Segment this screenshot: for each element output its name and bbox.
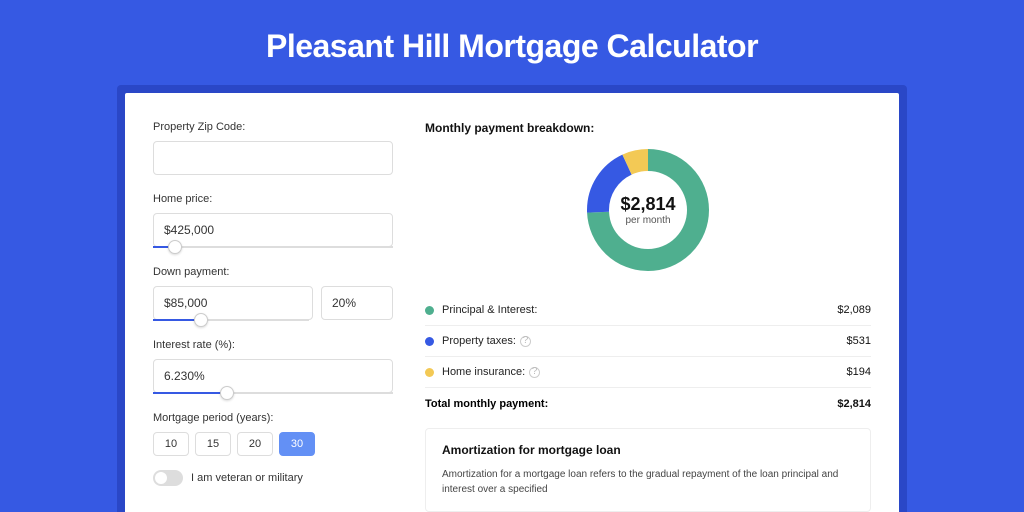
interest-field-block: Interest rate (%): bbox=[153, 339, 393, 394]
info-icon[interactable]: ? bbox=[529, 367, 540, 378]
breakdown-column: Monthly payment breakdown: $2,814 per mo… bbox=[425, 121, 871, 512]
calculator-card-frame: Property Zip Code: Home price: Down paym… bbox=[117, 85, 907, 512]
legend-row-insurance: Home insurance: ? $194 bbox=[425, 357, 871, 388]
veteran-toggle-knob bbox=[155, 472, 167, 484]
legend-label-taxes: Property taxes: bbox=[442, 335, 516, 347]
legend-label-insurance: Home insurance: bbox=[442, 366, 525, 378]
legend-total-label: Total monthly payment: bbox=[425, 398, 548, 410]
veteran-toggle[interactable] bbox=[153, 470, 183, 486]
down-payment-field-block: Down payment: bbox=[153, 266, 393, 321]
legend-total-row: Total monthly payment: $2,814 bbox=[425, 388, 871, 424]
calculator-card: Property Zip Code: Home price: Down paym… bbox=[125, 93, 899, 512]
home-price-slider[interactable] bbox=[153, 246, 393, 248]
donut-chart: $2,814 per month bbox=[585, 147, 711, 273]
donut-center: $2,814 per month bbox=[585, 147, 711, 273]
legend-label-principal: Principal & Interest: bbox=[442, 304, 537, 316]
interest-label: Interest rate (%): bbox=[153, 339, 393, 351]
period-pills: 10 15 20 30 bbox=[153, 432, 393, 456]
breakdown-title: Monthly payment breakdown: bbox=[425, 121, 871, 135]
veteran-toggle-row: I am veteran or military bbox=[153, 470, 393, 486]
zip-field-block: Property Zip Code: bbox=[153, 121, 393, 175]
swatch-green-icon bbox=[425, 306, 434, 315]
period-pill-30[interactable]: 30 bbox=[279, 432, 315, 456]
home-price-input[interactable] bbox=[153, 213, 393, 247]
period-pill-15[interactable]: 15 bbox=[195, 432, 231, 456]
down-payment-label: Down payment: bbox=[153, 266, 393, 278]
donut-sub: per month bbox=[625, 215, 670, 226]
home-price-slider-handle[interactable] bbox=[168, 240, 182, 254]
swatch-blue-icon bbox=[425, 337, 434, 346]
form-column: Property Zip Code: Home price: Down paym… bbox=[153, 121, 393, 512]
amortization-text: Amortization for a mortgage loan refers … bbox=[442, 467, 854, 497]
donut-chart-wrap: $2,814 per month bbox=[425, 147, 871, 273]
legend-row-principal: Principal & Interest: $2,089 bbox=[425, 295, 871, 326]
down-payment-amount-input[interactable] bbox=[153, 286, 313, 320]
down-payment-slider[interactable] bbox=[153, 319, 309, 321]
legend-val-insurance: $194 bbox=[847, 366, 871, 378]
interest-input[interactable] bbox=[153, 359, 393, 393]
interest-slider-handle[interactable] bbox=[220, 386, 234, 400]
swatch-yellow-icon bbox=[425, 368, 434, 377]
down-payment-percent-input[interactable] bbox=[321, 286, 393, 320]
legend-val-principal: $2,089 bbox=[837, 304, 871, 316]
legend-row-taxes: Property taxes: ? $531 bbox=[425, 326, 871, 357]
info-icon[interactable]: ? bbox=[520, 336, 531, 347]
donut-amount: $2,814 bbox=[620, 194, 675, 215]
legend-val-taxes: $531 bbox=[847, 335, 871, 347]
period-label: Mortgage period (years): bbox=[153, 412, 393, 424]
zip-input[interactable] bbox=[153, 141, 393, 175]
amortization-section: Amortization for mortgage loan Amortizat… bbox=[425, 428, 871, 512]
period-pill-10[interactable]: 10 bbox=[153, 432, 189, 456]
home-price-field-block: Home price: bbox=[153, 193, 393, 248]
legend-total-value: $2,814 bbox=[837, 398, 871, 410]
zip-label: Property Zip Code: bbox=[153, 121, 393, 133]
home-price-label: Home price: bbox=[153, 193, 393, 205]
interest-slider[interactable] bbox=[153, 392, 393, 394]
down-payment-slider-handle[interactable] bbox=[194, 313, 208, 327]
period-pill-20[interactable]: 20 bbox=[237, 432, 273, 456]
page-title: Pleasant Hill Mortgage Calculator bbox=[0, 0, 1024, 85]
veteran-label: I am veteran or military bbox=[191, 472, 303, 484]
amortization-title: Amortization for mortgage loan bbox=[442, 443, 854, 457]
period-field-block: Mortgage period (years): 10 15 20 30 bbox=[153, 412, 393, 456]
